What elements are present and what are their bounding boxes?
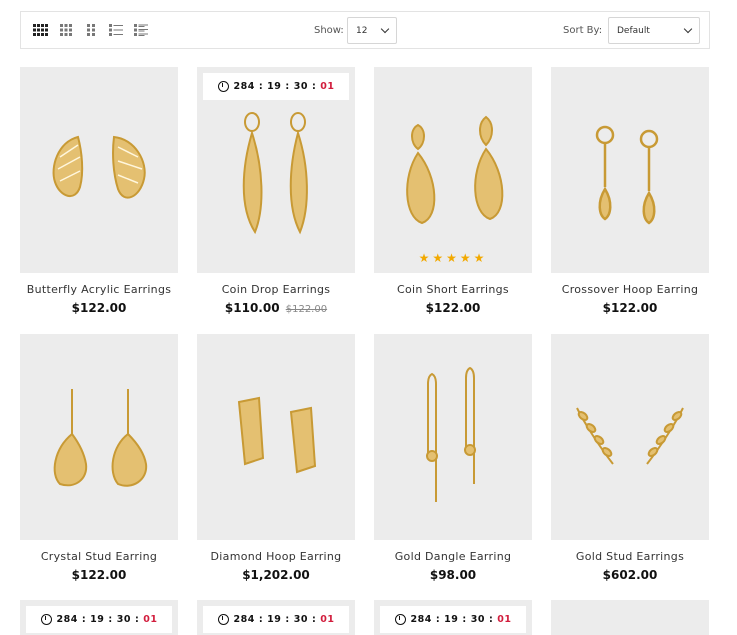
product-image[interactable] <box>551 600 709 635</box>
show-label: Show: <box>314 25 344 36</box>
product-card[interactable] <box>551 600 709 635</box>
sort-select[interactable]: Default <box>608 17 700 44</box>
list-detail-icon[interactable] <box>133 23 148 37</box>
product-price: $1,202.00 <box>242 568 310 582</box>
product-image[interactable]: 284: 19: 30: 01 <box>197 67 355 273</box>
product-image[interactable] <box>197 334 355 540</box>
product-card[interactable]: Butterfly Acrylic Earrings $122.00 <box>20 67 178 315</box>
timer-minutes: 30 <box>116 614 131 625</box>
product-name[interactable]: Crossover Hoop Earring <box>541 283 719 296</box>
clock-icon <box>217 614 229 625</box>
chevron-down-icon <box>380 24 390 34</box>
product-name[interactable]: Gold Dangle Earring <box>364 550 542 563</box>
clock-icon <box>40 614 52 625</box>
product-image[interactable] <box>551 334 709 540</box>
timer-seconds: 01 <box>497 614 512 625</box>
butterfly-earrings-image <box>52 135 146 199</box>
timer-days: 284 <box>233 81 255 92</box>
crossover-hoop-earrings-image <box>595 125 659 225</box>
timer-hours: 19 <box>444 614 459 625</box>
sort-label: Sort By: <box>563 25 603 36</box>
countdown-timer: 284: 19: 30: 01 <box>203 606 349 633</box>
timer-days: 284 <box>410 614 432 625</box>
product-name[interactable]: Coin Drop Earrings <box>187 283 365 296</box>
product-card[interactable]: ★★★★★ Coin Short Earrings $122.00 <box>374 67 532 315</box>
product-price: $602.00 <box>602 568 658 582</box>
product-name[interactable]: Diamond Hoop Earring <box>187 550 365 563</box>
product-card[interactable]: 284: 19: 30: 01 <box>374 600 532 635</box>
product-price: $122.00 <box>602 301 658 315</box>
product-name[interactable]: Gold Stud Earrings <box>541 550 719 563</box>
countdown-timer: 284: 19: 30: 01 <box>203 73 349 100</box>
gold-stud-earrings-image <box>576 407 684 465</box>
product-price-group: $110.00 $122.00 <box>187 301 365 315</box>
timer-days: 284 <box>56 614 78 625</box>
product-card[interactable]: 284: 19: 30: 01 Coin Drop Earrings $110.… <box>197 67 355 315</box>
product-card[interactable]: 284: 19: 30: 01 <box>20 600 178 635</box>
product-card[interactable]: Crossover Hoop Earring $122.00 <box>551 67 709 315</box>
product-card[interactable]: Gold Stud Earrings $602.00 <box>551 334 709 582</box>
product-image[interactable]: ★★★★★ <box>374 67 532 273</box>
product-name[interactable]: Butterfly Acrylic Earrings <box>10 283 188 296</box>
rating-stars: ★★★★★ <box>418 251 488 265</box>
product-name[interactable]: Coin Short Earrings <box>364 283 542 296</box>
timer-minutes: 30 <box>293 614 308 625</box>
crystal-stud-earrings-image <box>53 389 148 487</box>
show-count-value: 12 <box>356 25 368 36</box>
timer-seconds: 01 <box>320 81 335 92</box>
product-image[interactable] <box>374 334 532 540</box>
product-price: $122.00 <box>71 301 127 315</box>
timer-days: 284 <box>233 614 255 625</box>
product-card[interactable]: Diamond Hoop Earring $1,202.00 <box>197 334 355 582</box>
product-image[interactable]: 284: 19: 30: 01 <box>20 600 178 635</box>
clock-icon <box>394 614 406 625</box>
product-image[interactable] <box>20 67 178 273</box>
list-icon[interactable] <box>108 23 123 37</box>
product-price: $98.00 <box>429 568 477 582</box>
grid-3-icon[interactable] <box>58 23 73 37</box>
timer-seconds: 01 <box>143 614 158 625</box>
product-card[interactable]: 284: 19: 30: 01 <box>197 600 355 635</box>
show-count-select[interactable]: 12 <box>347 17 397 44</box>
countdown-timer: 284: 19: 30: 01 <box>26 606 172 633</box>
gold-dangle-earrings-image <box>426 366 476 502</box>
product-card[interactable]: Gold Dangle Earring $98.00 <box>374 334 532 582</box>
sort-value: Default <box>617 25 650 36</box>
shop-toolbar: Show: 12 Sort By: Default <box>20 11 710 49</box>
product-image[interactable] <box>20 334 178 540</box>
chevron-down-icon <box>683 24 693 34</box>
product-old-price: $122.00 <box>285 304 328 315</box>
product-name[interactable]: Crystal Stud Earring <box>10 550 188 563</box>
coin-short-earrings-image <box>406 115 504 225</box>
product-image[interactable]: 284: 19: 30: 01 <box>374 600 532 635</box>
countdown-timer: 284: 19: 30: 01 <box>380 606 526 633</box>
timer-minutes: 30 <box>470 614 485 625</box>
grid-4-icon[interactable] <box>33 23 48 37</box>
grid-2-icon[interactable] <box>83 23 98 37</box>
product-image[interactable] <box>551 67 709 273</box>
product-card[interactable]: Crystal Stud Earring $122.00 <box>20 334 178 582</box>
diamond-hoop-earrings-image <box>237 396 317 474</box>
timer-seconds: 01 <box>320 614 335 625</box>
timer-minutes: 30 <box>293 81 308 92</box>
product-image[interactable]: 284: 19: 30: 01 <box>197 600 355 635</box>
timer-hours: 19 <box>267 614 282 625</box>
clock-icon <box>217 81 229 92</box>
product-price: $110.00 <box>224 301 280 315</box>
timer-hours: 19 <box>90 614 105 625</box>
timer-hours: 19 <box>267 81 282 92</box>
product-price: $122.00 <box>71 568 127 582</box>
view-switcher <box>33 23 148 37</box>
product-price: $122.00 <box>425 301 481 315</box>
